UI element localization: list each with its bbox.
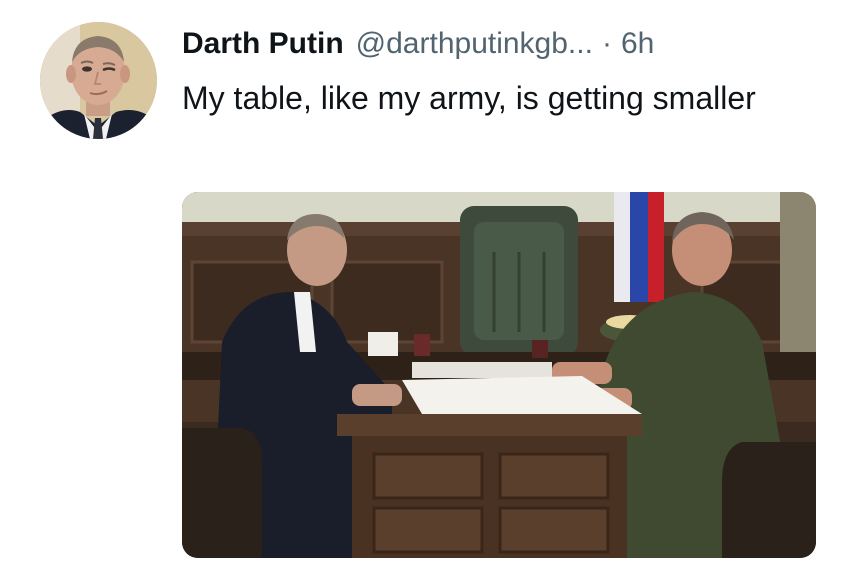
user-handle[interactable]: @darthputinkgb... [356, 24, 593, 64]
tweet-text: My table, like my army, is getting small… [182, 80, 756, 116]
timestamp[interactable]: 6h [621, 24, 654, 64]
tweet[interactable]: Darth Putin @darthputinkgb... · 6h My ta… [0, 0, 850, 563]
display-name[interactable]: Darth Putin [182, 24, 344, 64]
profile-photo-icon [40, 22, 157, 139]
tweet-header: Darth Putin @darthputinkgb... · 6h [182, 24, 654, 64]
avatar[interactable] [40, 22, 157, 139]
separator-dot: · [601, 27, 612, 60]
tweet-media[interactable] [182, 192, 816, 558]
attached-photo-icon [182, 192, 816, 558]
